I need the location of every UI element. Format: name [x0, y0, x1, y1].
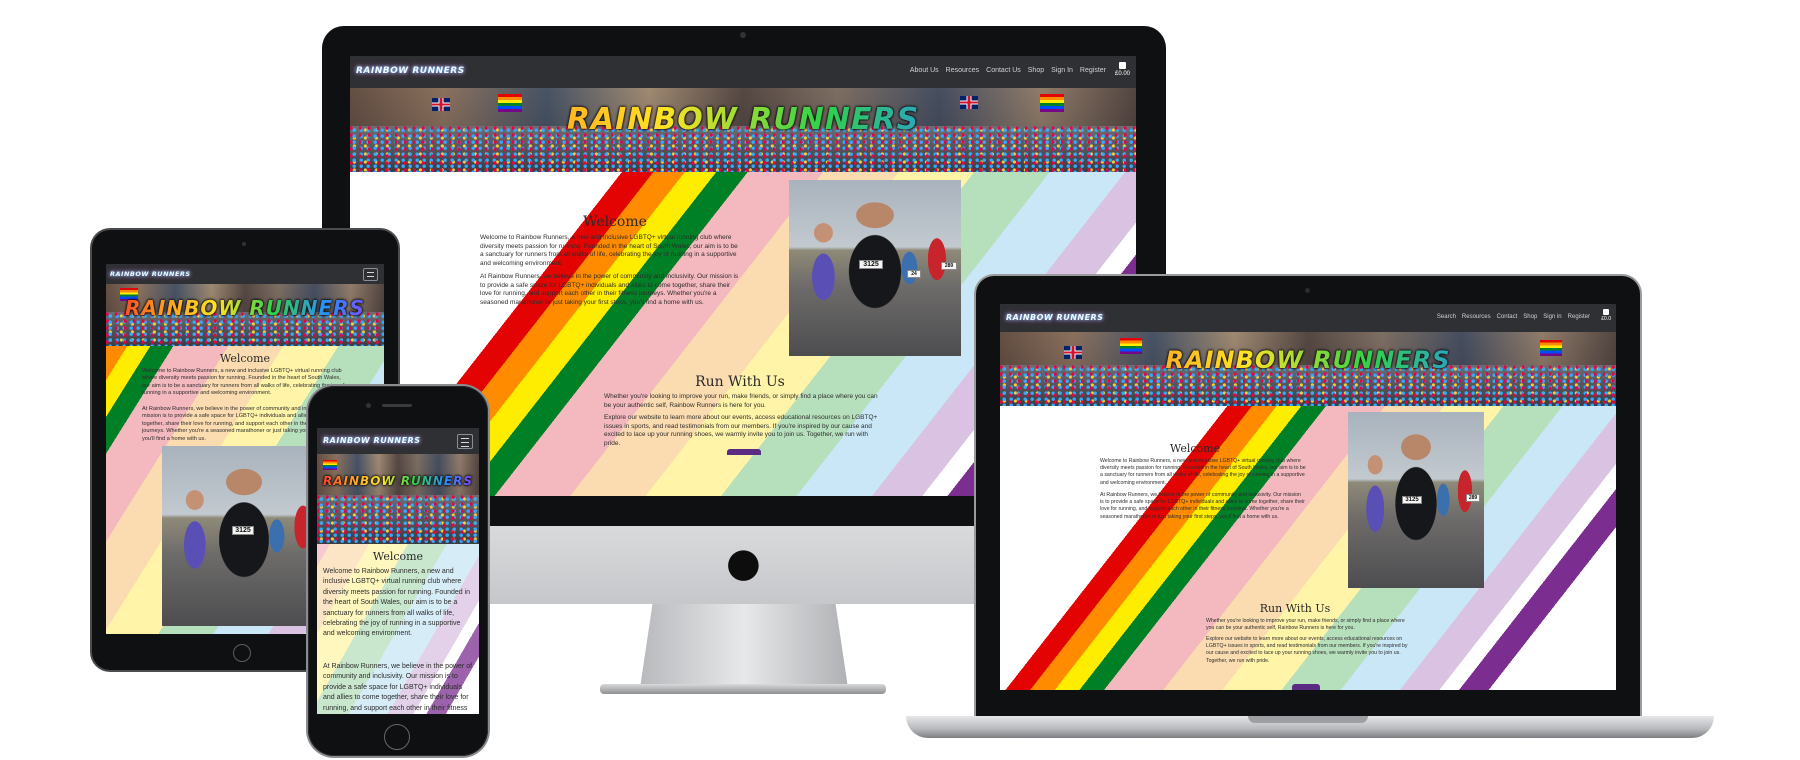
nav-contact[interactable]: Contact [1497, 314, 1518, 320]
race-bib: 289 [941, 262, 957, 270]
race-bib: 24 [907, 270, 921, 278]
nav-sign-in[interactable]: Sign in [1543, 314, 1561, 320]
welcome-paragraph-1: Welcome to Rainbow Runners, a new and in… [480, 234, 738, 267]
welcome-paragraph-2: At Rainbow Runners, we believe in the po… [1100, 492, 1305, 520]
runners-photo: 3125 289 [1348, 412, 1484, 588]
welcome-paragraph-1: Welcome to Rainbow Runners, a new and in… [1100, 458, 1306, 486]
imac-base [600, 684, 886, 694]
run-paragraph-2: Explore our website to learn more about … [604, 414, 878, 447]
nav-search[interactable]: Search [1437, 314, 1456, 320]
hero-banner: RAINBOW RUNNERS [106, 284, 384, 346]
welcome-paragraph-2: At Rainbow Runners, we believe in the po… [480, 273, 739, 306]
cart-button[interactable]: £0.0 [1601, 309, 1611, 322]
navbar: RAINBOW RUNNERS [317, 428, 479, 454]
apple-logo-icon: ● [726, 540, 761, 586]
shopping-bag-icon [1118, 62, 1126, 69]
camera-icon [1305, 288, 1310, 293]
hero-banner: RAINBOW RUNNERS [1000, 332, 1616, 406]
nav-resources[interactable]: Resources [1462, 314, 1491, 320]
hero-title: RAINBOW RUNNERS [1000, 346, 1616, 374]
hamburger-menu-icon[interactable] [363, 268, 378, 281]
cart-button[interactable]: £0.00 [1115, 62, 1130, 77]
imac-stand [640, 604, 848, 688]
site-logo[interactable]: RAINBOW RUNNERS [356, 66, 465, 76]
nav-sign-in[interactable]: Sign In [1051, 67, 1073, 74]
hero-title: RAINBOW RUNNERS [106, 296, 384, 320]
site-logo[interactable]: RAINBOW RUNNERS [1006, 313, 1103, 322]
iphone-speaker [382, 404, 412, 407]
hero-title: RAINBOW RUNNERS [350, 102, 1136, 137]
cart-total: £0.0 [1601, 316, 1611, 322]
navbar: RAINBOW RUNNERS Search Resources Contact… [1000, 304, 1616, 332]
run-with-us-heading: Run With Us [695, 374, 785, 390]
site-logo[interactable]: RAINBOW RUNNERS [110, 270, 191, 278]
pride-flag [323, 460, 337, 470]
join-button[interactable] [1292, 684, 1320, 690]
race-bib: 3125 [859, 260, 883, 269]
home-button-icon[interactable] [384, 724, 410, 750]
site-logo[interactable]: RAINBOW RUNNERS [323, 436, 420, 445]
nav-about-us[interactable]: About Us [910, 67, 939, 74]
nav-contact-us[interactable]: Contact Us [986, 67, 1021, 74]
hero-crowd [317, 494, 479, 544]
runners-photo: 3125 24 289 [789, 180, 961, 356]
race-bib: 3125 [1402, 496, 1422, 504]
run-paragraph-1: Whether you're looking to improve your r… [604, 393, 878, 409]
welcome-paragraph-2: At Rainbow Runners, we believe in the po… [323, 663, 473, 712]
join-button[interactable] [727, 449, 761, 455]
welcome-heading: Welcome [219, 352, 271, 365]
nav-links: About Us Resources Contact Us Shop Sign … [910, 67, 1106, 74]
imac-camera [740, 32, 746, 38]
nav-shop[interactable]: Shop [1028, 67, 1044, 74]
shopping-bag-icon [1603, 309, 1610, 315]
nav-links: Search Resources Contact Shop Sign in Re… [1437, 314, 1590, 320]
nav-register[interactable]: Register [1080, 67, 1106, 74]
run-paragraph-1: Whether you're looking to improve your r… [1206, 618, 1405, 632]
nav-register[interactable]: Register [1568, 314, 1590, 320]
home-button-icon[interactable] [233, 644, 251, 662]
iphone-screen: RAINBOW RUNNERS RAINBOW RUNNERS Welcome … [317, 428, 479, 714]
macbook-notch [1248, 716, 1368, 723]
welcome-paragraph-1: Welcome to Rainbow Runners, a new and in… [323, 568, 471, 638]
main-content: Welcome Welcome to Rainbow Runners, a ne… [317, 544, 479, 714]
welcome-heading: Welcome [372, 550, 424, 563]
welcome-heading: Welcome [583, 214, 647, 230]
runners-photo: 3125 [162, 446, 326, 626]
cart-total: £0.00 [1114, 71, 1130, 77]
hero-banner: RAINBOW RUNNERS [350, 88, 1136, 172]
navbar: RAINBOW RUNNERS [106, 264, 384, 284]
run-paragraph-2: Explore our website to learn more about … [1206, 636, 1408, 664]
macbook-screen: RAINBOW RUNNERS Search Resources Contact… [1000, 304, 1616, 690]
navbar: RAINBOW RUNNERS About Us Resources Conta… [350, 56, 1136, 88]
nav-shop[interactable]: Shop [1523, 314, 1537, 320]
main-content: Welcome Welcome to Rainbow Runners, a ne… [1000, 406, 1616, 690]
welcome-heading: Welcome [1169, 442, 1221, 455]
hero-banner: RAINBOW RUNNERS [317, 454, 479, 544]
camera-icon [242, 242, 246, 246]
race-bib: 3125 [232, 526, 254, 535]
race-bib: 289 [1466, 494, 1480, 502]
run-with-us-heading: Run With Us [1259, 602, 1331, 615]
hero-title: RAINBOW RUNNERS [317, 474, 479, 488]
nav-resources[interactable]: Resources [946, 67, 979, 74]
hamburger-menu-icon[interactable] [457, 434, 473, 449]
camera-icon [366, 403, 371, 408]
